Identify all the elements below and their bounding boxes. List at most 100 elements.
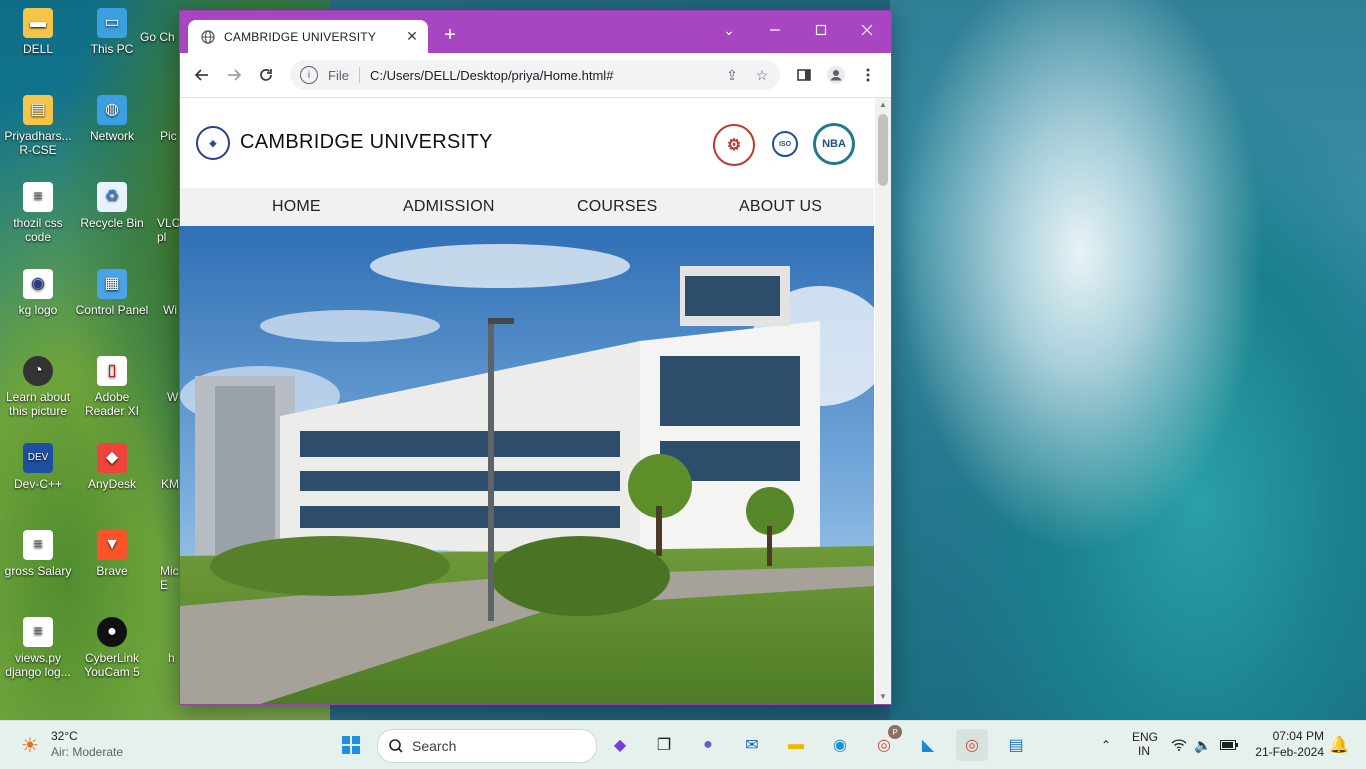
desktop-icon-vlc[interactable]: VLC pl [157,216,181,244]
desktop-icon-priyadharshini[interactable]: ▤ Priyadhars... R-CSE [0,95,76,157]
language-indicator[interactable]: ENG IN [1132,730,1158,758]
university-logo[interactable]: ◈ [196,126,230,160]
desktop-icon-views-py[interactable]: ≡ views.py django log... [0,617,76,679]
desktop-icon-label: Priyadhars... R-CSE [4,129,72,157]
file-explorer-icon[interactable]: ▬ [780,729,812,761]
scroll-up-icon[interactable]: ▲ [879,100,887,110]
search-placeholder: Search [412,738,457,754]
volume-icon[interactable]: 🔈 [1192,729,1214,761]
site-info-icon[interactable]: i [300,66,318,84]
desktop-icon-brave[interactable]: ▼ Brave [74,530,150,578]
side-panel-icon[interactable] [790,61,818,89]
network-icon: ◍ [97,95,127,125]
taskbar-search[interactable]: Search [377,729,597,763]
desktop-icon-adobe-reader[interactable]: ▯ Adobe Reader XI [74,356,150,418]
profile-avatar-icon[interactable] [822,61,850,89]
desktop-icon-dell[interactable]: ▬ DELL [0,8,76,56]
new-tab-button[interactable]: + [438,23,462,47]
image-icon: ◉ [23,269,53,299]
desktop-icon-network[interactable]: ◍ Network [74,95,150,143]
iso-badge: ISO [772,131,798,157]
desktop-icon-chrome[interactable]: Go Ch [140,30,180,44]
forward-icon[interactable] [220,61,248,89]
notepad-icon[interactable]: ▤ [1000,729,1032,761]
desktop-icon-learn-picture[interactable]: ◔ Learn about this picture [0,356,76,418]
close-tab-icon[interactable]: ✕ [402,27,422,47]
desktop-wallpaper-right [890,0,1366,720]
desktop-icon-thozil[interactable]: ≡ thozil css code [0,182,76,244]
more-menu-icon[interactable] [854,61,882,89]
desktop-icon-control-panel[interactable]: ▦ Control Panel [74,269,150,317]
desktop-icon-label: kg logo [18,303,58,317]
scroll-thumb[interactable] [878,114,888,186]
minimize-icon[interactable] [752,15,798,45]
bookmark-star-icon[interactable]: ☆ [750,63,774,87]
chevron-up-icon[interactable]: ⌃ [1090,729,1122,761]
desktop-icon-label: This PC [90,42,134,56]
clock[interactable]: 07:04 PM 21-Feb-2024 [1250,729,1324,759]
desktop-icon-recycle-bin[interactable]: ♻ Recycle Bin [74,182,150,230]
nav-home[interactable]: HOME [272,198,321,216]
folder-icon: ▬ [23,8,53,38]
devcpp-icon: DEV [23,443,53,473]
desktop-icon-label: Pic [160,129,177,143]
close-window-icon[interactable] [844,15,890,45]
back-icon[interactable] [188,61,216,89]
globe-icon [200,29,216,45]
chrome-profile-icon[interactable]: ◎ P [868,725,902,761]
page-scrollbar[interactable]: ▲ ▼ [875,98,891,704]
share-icon[interactable]: ⇪ [720,63,744,87]
windows-start-icon[interactable] [335,729,367,761]
vscode-icon[interactable]: ◣ [912,729,944,761]
nav-admission[interactable]: ADMISSION [403,198,495,216]
webcam-icon: ● [97,617,127,647]
address-separator [358,67,360,83]
search-icon [388,738,404,754]
wifi-icon[interactable] [1168,729,1190,761]
copilot-icon[interactable]: ◆ [604,729,636,761]
edge-browser-icon[interactable]: ◉ [824,729,856,761]
mail-icon[interactable]: ✉ [736,729,768,761]
desktop-icon-devcpp[interactable]: DEV Dev-C++ [0,443,76,491]
control-panel-icon: ▦ [97,269,127,299]
page-viewport: ◈ CAMBRIDGE UNIVERSITY ⚙ ISO NBA HOME AD… [180,98,891,704]
gear-seal-icon: ⚙ [713,124,755,166]
desktop-icon-km[interactable]: KM [161,477,181,491]
desktop-icon-label: KM [161,477,179,491]
teams-chat-icon[interactable]: ● [692,729,724,761]
desktop-icon-kg-logo[interactable]: ◉ kg logo [0,269,76,317]
anydesk-icon: ◆ [97,443,127,473]
taskbar: ☀ 32°C Air: Moderate Search ◆ ❐ ● ✉ ▬ ◉ … [0,720,1366,769]
browser-window: CAMBRIDGE UNIVERSITY ✕ + ⌄ i File C:/Use… [179,10,892,705]
task-view-icon[interactable]: ❐ [648,729,680,761]
weather-icon[interactable]: ☀ [18,730,42,760]
desktop-icon-anydesk[interactable]: ◆ AnyDesk [74,443,150,491]
document-icon: ≡ [23,530,53,560]
document-icon: ≡ [23,617,53,647]
scroll-down-icon[interactable]: ▼ [879,692,887,702]
tab-search-icon[interactable]: ⌄ [706,15,752,45]
chrome-active-icon[interactable]: ◎ [956,729,988,761]
battery-icon[interactable] [1216,729,1242,761]
address-url[interactable]: C:/Users/DELL/Desktop/priya/Home.html# [370,68,720,83]
address-bar[interactable]: i File C:/Users/DELL/Desktop/priya/Home.… [290,60,780,90]
nav-about-us[interactable]: ABOUT US [739,198,822,216]
desktop-icon-label: W [167,390,179,404]
desktop-icon-gross-salary[interactable]: ≡ gross Salary [0,530,76,578]
nav-courses[interactable]: COURSES [577,198,658,216]
notification-bell-icon[interactable]: 🔔 [1328,729,1350,761]
maximize-icon[interactable] [798,15,844,45]
weather-temp[interactable]: 32°C [51,729,78,743]
desktop-icon-label: Learn about this picture [5,390,71,418]
reload-icon[interactable] [252,61,280,89]
desktop-icon-youcam[interactable]: ● CyberLink YouCam 5 [74,617,150,679]
desktop-icon-label: Go Ch [140,30,175,44]
desktop-icon-this-pc[interactable]: ▭ This PC [74,8,150,56]
recycle-bin-icon: ♻ [97,182,127,212]
desktop-icon-label: h [168,651,175,665]
language-bottom: IN [1138,744,1150,758]
brave-icon: ▼ [97,530,127,560]
tab-cambridge[interactable]: CAMBRIDGE UNIVERSITY ✕ [188,20,428,53]
desktop-icon-label: Control Panel [75,303,149,317]
document-icon: ≡ [23,182,53,212]
